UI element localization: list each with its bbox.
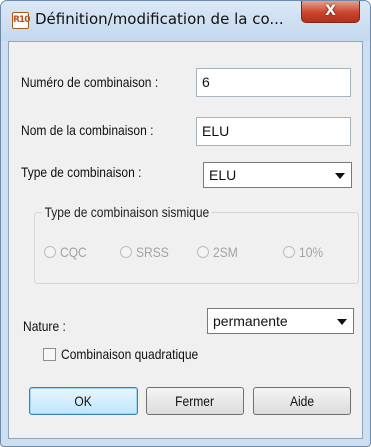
numero-label: Numéro de combinaison : (21, 74, 159, 90)
nature-label: Nature : (23, 318, 66, 334)
nature-select[interactable]: permanente (207, 308, 354, 334)
chevron-down-icon (335, 173, 345, 179)
fermer-button-label: Fermer (175, 393, 215, 409)
radio-icon (283, 246, 295, 258)
chevron-down-icon (337, 319, 347, 325)
radio-icon (120, 246, 132, 258)
type-select-value: ELU (209, 167, 237, 183)
dialog-body: Numéro de combinaison : 6 Nom de la comb… (8, 41, 363, 439)
title-bar[interactable]: R10 Définition/modification de la co... … (1, 1, 370, 41)
ok-button[interactable]: OK (29, 387, 138, 415)
ok-button-label: OK (74, 393, 93, 409)
fermer-button[interactable]: Fermer (146, 387, 244, 415)
radio-label: 2SM (213, 244, 238, 260)
radio-icon (44, 246, 56, 258)
aide-button[interactable]: Aide (253, 387, 351, 415)
radio-label: SRSS (136, 244, 169, 260)
radio-label: 10% (299, 244, 324, 260)
sismique-group-label: Type de combinaison sismique (42, 204, 212, 220)
type-select[interactable]: ELU (203, 162, 352, 188)
dialog-window: R10 Définition/modification de la co... … (0, 0, 371, 447)
radio-icon (197, 246, 209, 258)
quadratique-checkbox[interactable] (43, 348, 56, 361)
type-label: Type de combinaison : (21, 164, 142, 180)
window-title: Définition/modification de la co... (35, 10, 284, 28)
nom-field[interactable]: ELU (196, 117, 351, 146)
sismique-group: Type de combinaison sismique CQC SRSS 2S… (34, 204, 359, 284)
aide-button-label: Aide (289, 393, 315, 409)
close-button[interactable]: X (301, 1, 360, 23)
quadratique-label[interactable]: Combinaison quadratique (61, 346, 198, 362)
app-icon: R10 (12, 12, 30, 29)
nom-label: Nom de la combinaison : (21, 122, 154, 138)
numero-field[interactable]: 6 (196, 68, 351, 97)
radio-label: CQC (60, 244, 87, 260)
nature-select-value: permanente (213, 313, 288, 329)
